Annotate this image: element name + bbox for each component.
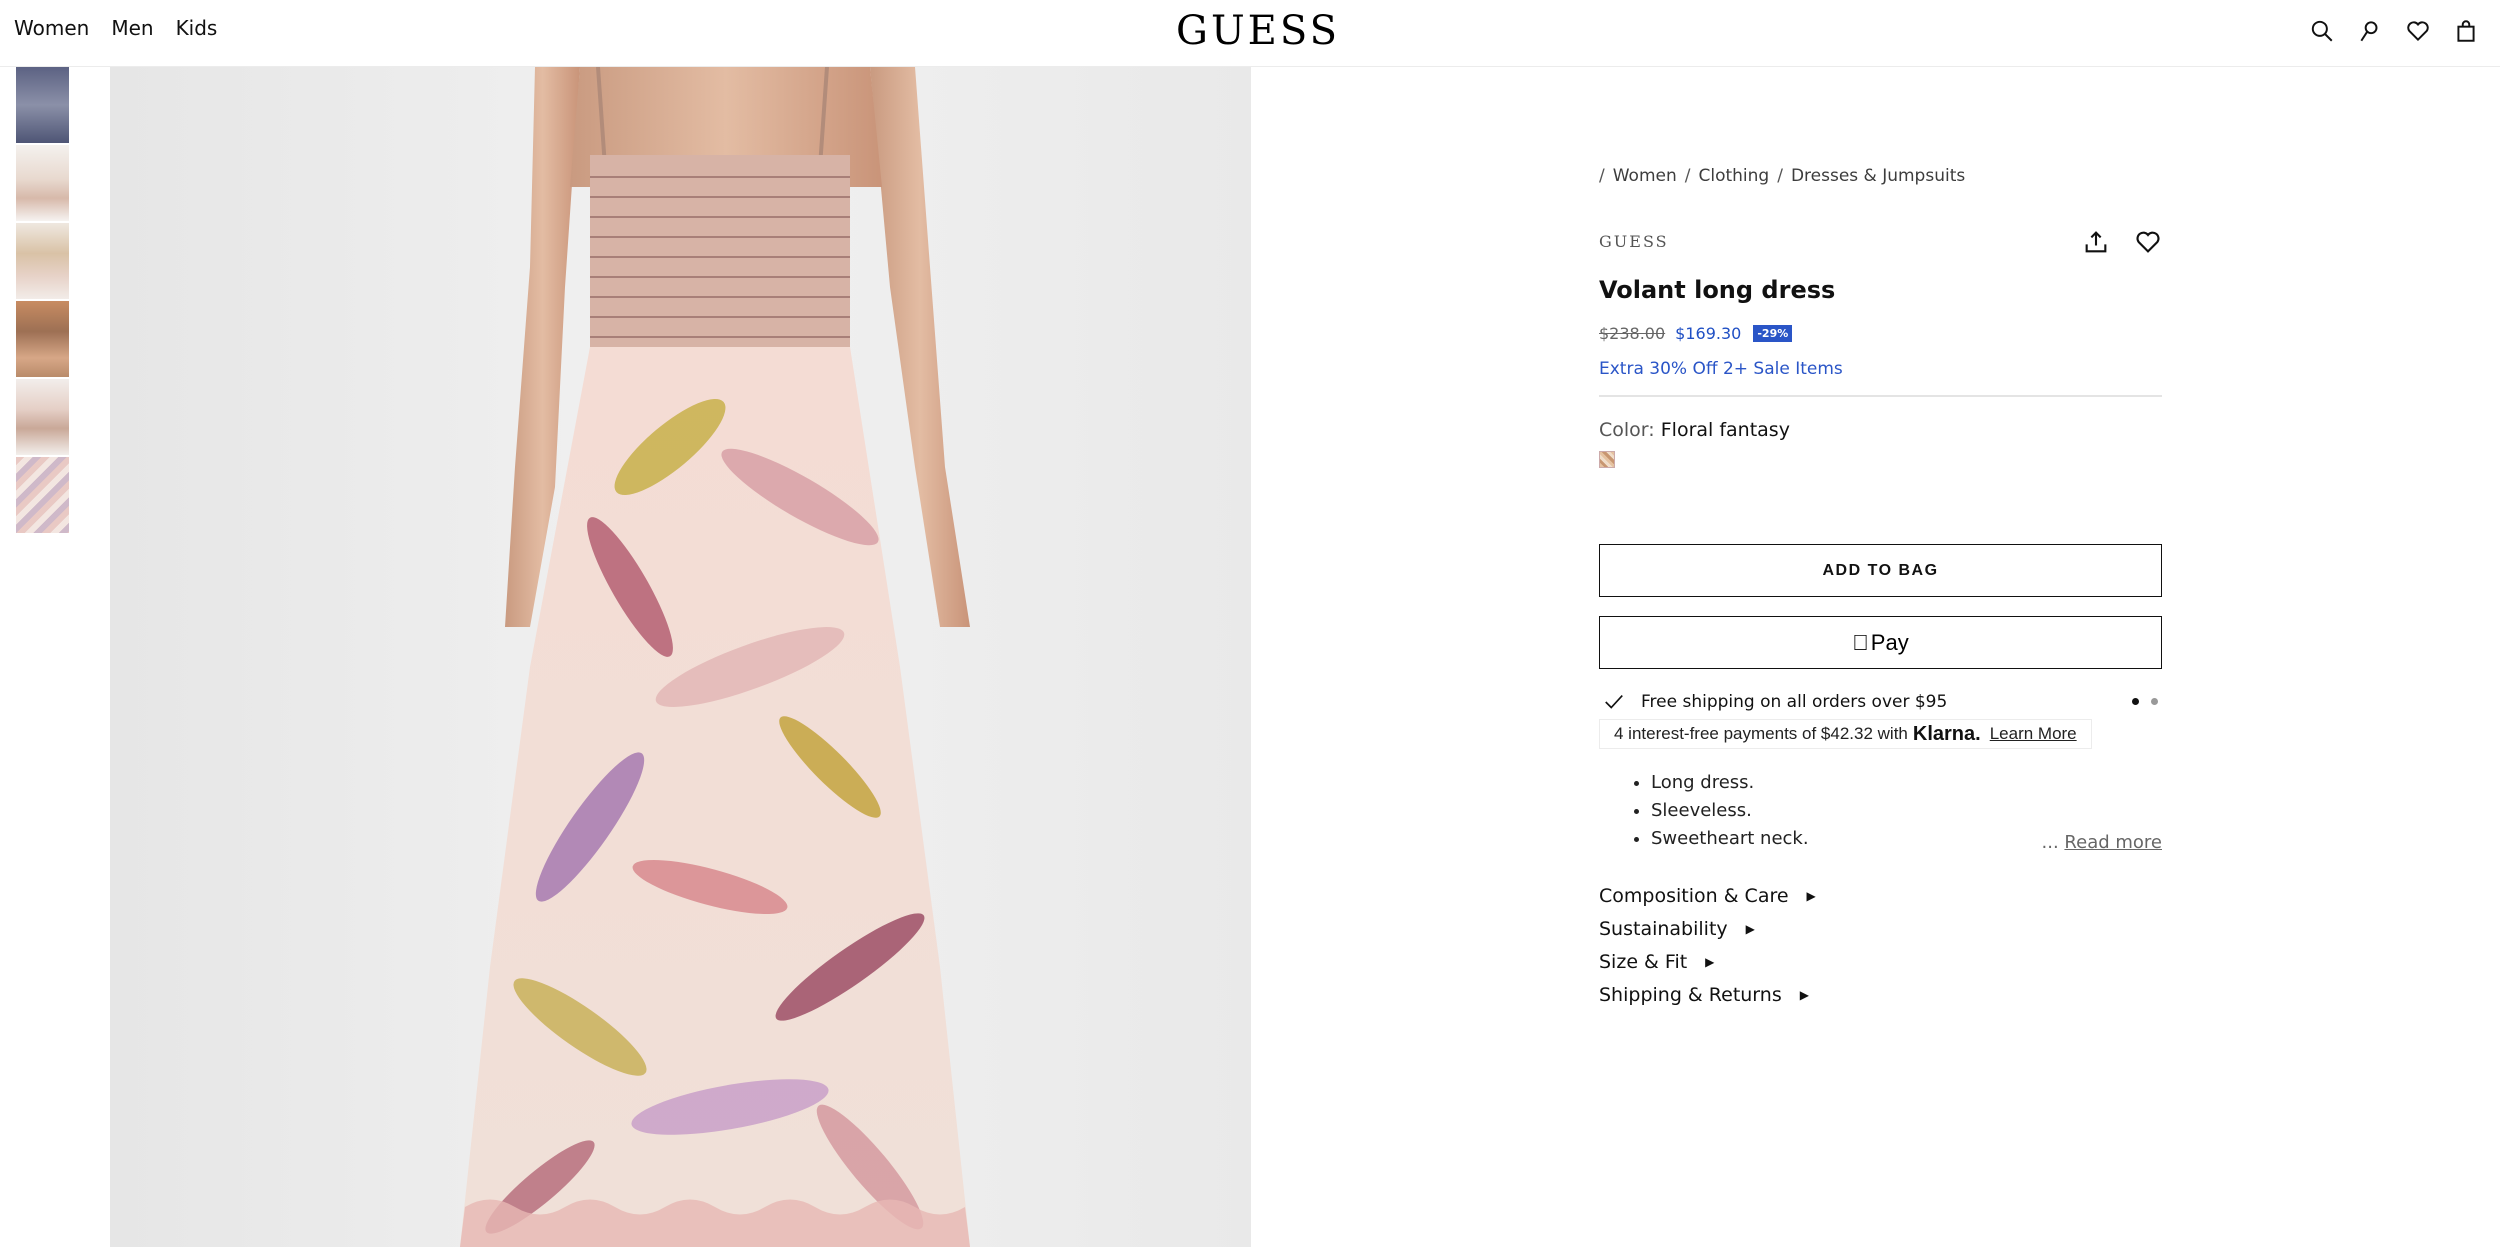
nav-kids[interactable]: Kids: [176, 16, 218, 40]
thumbnail-3[interactable]: [16, 223, 69, 299]
price-row: $238.00 $169.30 -29%: [1599, 324, 2162, 343]
nav-women[interactable]: Women: [14, 16, 89, 40]
klarna-banner: 4 interest-free payments of $42.32 with …: [1599, 719, 2092, 749]
wishlist-icon[interactable]: [2404, 17, 2432, 45]
color-swatch[interactable]: [1599, 451, 1615, 468]
caret-right-icon: ▶: [1799, 987, 1809, 1002]
search-icon[interactable]: [2308, 17, 2336, 45]
accordion-label: Size & Fit: [1599, 950, 1688, 973]
product-main-image[interactable]: [110, 67, 1251, 1247]
product-description: Long dress. Sleeveless. Sweetheart neck.…: [1599, 769, 2162, 853]
thumbnail-4[interactable]: [16, 301, 69, 377]
read-more-ellipsis: ...: [2041, 832, 2059, 853]
accordion-composition-care[interactable]: Composition & Care ▶: [1599, 879, 2162, 912]
carousel-dot-1[interactable]: [2132, 698, 2139, 705]
accordion-label: Composition & Care: [1599, 884, 1789, 907]
dress-photo: [110, 67, 1251, 1247]
wishlist-heart-icon[interactable]: [2134, 228, 2162, 256]
brand-row: GUESS: [1599, 231, 2162, 256]
checkmark-icon: [1605, 695, 1623, 709]
product-title: Volant long dress: [1599, 276, 1836, 304]
thumbnail-1[interactable]: [16, 67, 69, 143]
klarna-text: 4 interest-free payments of $42.32 with: [1614, 724, 1908, 743]
breadcrumb-dresses[interactable]: Dresses & Jumpsuits: [1791, 166, 1965, 186]
bag-icon[interactable]: [2452, 17, 2480, 45]
breadcrumb-women[interactable]: Women: [1613, 166, 1677, 186]
description-item: Sleeveless.: [1651, 797, 2162, 825]
accordion-sustainability[interactable]: Sustainability ▶: [1599, 912, 2162, 945]
apple-icon: : [1852, 630, 1869, 656]
caret-right-icon: ▶: [1745, 921, 1755, 936]
caret-right-icon: ▶: [1806, 888, 1816, 903]
accordion-label: Sustainability: [1599, 917, 1728, 940]
add-to-bag-button[interactable]: ADD TO BAG: [1599, 544, 2162, 597]
divider: [1599, 395, 2162, 397]
apple-pay-label: Pay: [1862, 629, 1909, 655]
color-row: Color: Floral fantasy: [1599, 419, 2162, 441]
breadcrumb: / Women / Clothing / Dresses & Jumpsuits: [1599, 166, 2162, 186]
description-item: Long dress.: [1651, 769, 2162, 797]
color-value: Floral fantasy: [1660, 419, 1790, 441]
caret-right-icon: ▶: [1705, 954, 1715, 969]
carousel-dots: [2132, 698, 2158, 705]
site-header: Women Men Kids GUESS: [0, 0, 2500, 67]
product-info: / Women / Clothing / Dresses & Jumpsuits…: [1599, 166, 2162, 1011]
thumbnail-6[interactable]: [16, 457, 69, 533]
discount-badge: -29%: [1753, 325, 1793, 342]
share-icon[interactable]: [2082, 228, 2110, 256]
thumbnail-5[interactable]: [16, 379, 69, 455]
breadcrumb-separator: /: [1599, 166, 1605, 186]
accordion-shipping-returns[interactable]: Shipping & Returns ▶: [1599, 978, 2162, 1011]
breadcrumb-separator: /: [1777, 166, 1783, 186]
sale-price: $169.30: [1675, 324, 1742, 343]
apple-pay-button[interactable]:  Pay: [1599, 616, 2162, 669]
carousel-dot-2[interactable]: [2151, 698, 2158, 705]
original-price: $238.00: [1599, 324, 1666, 343]
shipping-banner: Free shipping on all orders over $95: [1599, 689, 2162, 715]
accordion-size-fit[interactable]: Size & Fit ▶: [1599, 945, 2162, 978]
product-brand: GUESS: [1599, 232, 1669, 251]
thumbnail-strip: [16, 67, 69, 535]
klarna-logo: Klarna.: [1912, 722, 1981, 745]
account-icon[interactable]: [2356, 17, 2384, 45]
product-actions: [2082, 228, 2162, 256]
promo-message[interactable]: Extra 30% Off 2+ Sale Items: [1599, 359, 2162, 379]
breadcrumb-clothing[interactable]: Clothing: [1698, 166, 1769, 186]
read-more-label: Read more: [2064, 832, 2162, 853]
read-more-link[interactable]: ... Read more: [2042, 832, 2162, 853]
thumbnail-2[interactable]: [16, 145, 69, 221]
breadcrumb-separator: /: [1684, 166, 1691, 186]
color-label: Color:: [1599, 419, 1655, 441]
klarna-learn-more-link[interactable]: Learn More: [1990, 724, 2077, 744]
accordion-label: Shipping & Returns: [1599, 983, 1782, 1006]
shipping-message: Free shipping on all orders over $95: [1641, 692, 1948, 712]
accordion-list: Composition & Care ▶ Sustainability ▶ Si…: [1599, 879, 2162, 1011]
main-nav: Women Men Kids: [14, 16, 217, 40]
nav-men[interactable]: Men: [111, 16, 153, 40]
guess-logo[interactable]: GUESS: [1176, 8, 1340, 54]
header-icons: [2308, 17, 2480, 45]
